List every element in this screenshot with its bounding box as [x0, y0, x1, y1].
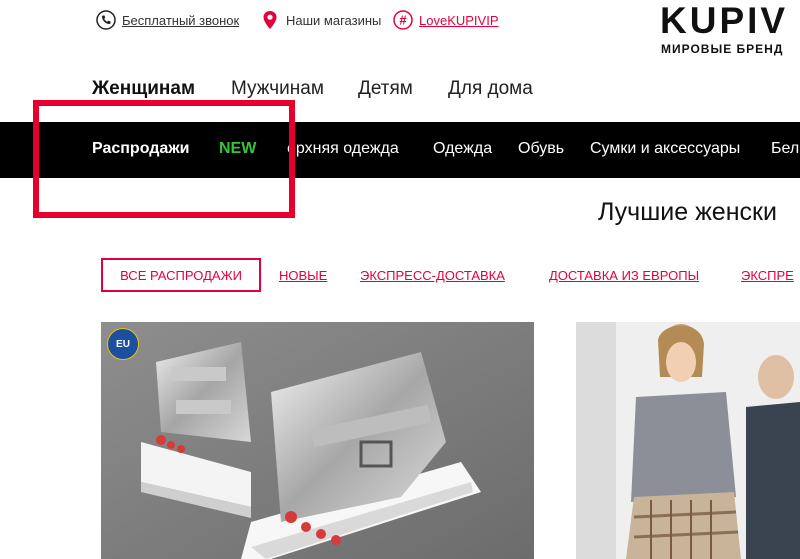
hashtag-link[interactable]: # LoveKUPIVIP: [393, 10, 499, 30]
category-clothing[interactable]: Одежда: [433, 140, 492, 158]
filter-new[interactable]: НОВЫЕ: [279, 268, 327, 283]
fashion-image: [576, 322, 800, 559]
eu-badge: EU: [107, 328, 139, 360]
category-lingerie[interactable]: Бел: [771, 140, 799, 158]
page-heading: Лучшие женски: [598, 198, 777, 226]
free-call-link[interactable]: Бесплатный звонок: [96, 10, 239, 30]
logo[interactable]: KUPIV: [660, 0, 788, 42]
nav-kids[interactable]: Детям: [358, 78, 413, 100]
map-pin-icon: [260, 10, 280, 30]
filter-all-sales[interactable]: ВСЕ РАСПРОДАЖИ: [101, 258, 261, 292]
svg-text:#: #: [399, 13, 407, 28]
product-card-fashion[interactable]: [576, 322, 800, 559]
category-shoes[interactable]: Обувь: [518, 140, 564, 158]
sandals-image: [101, 322, 534, 559]
stores-link[interactable]: Наши магазины: [260, 10, 381, 30]
phone-icon: [96, 10, 116, 30]
hashtag-label[interactable]: LoveKUPIVIP: [419, 13, 499, 28]
highlight-box: [33, 100, 295, 218]
nav-home[interactable]: Для дома: [448, 78, 533, 100]
stores-label[interactable]: Наши магазины: [286, 13, 381, 28]
filter-express[interactable]: ЭКСПРЕ: [741, 268, 794, 283]
logo-tagline: МИРОВЫЕ БРЕНД: [661, 42, 784, 56]
product-card-sandals[interactable]: EU: [101, 322, 534, 559]
hashtag-icon: #: [393, 10, 413, 30]
category-bags-accessories[interactable]: Сумки и аксессуары: [590, 140, 740, 158]
nav-men[interactable]: Мужчинам: [231, 78, 324, 100]
free-call-label[interactable]: Бесплатный звонок: [122, 13, 239, 28]
filter-delivery-europe[interactable]: ДОСТАВКА ИЗ ЕВРОПЫ: [549, 268, 699, 283]
nav-women[interactable]: Женщинам: [92, 78, 195, 100]
category-outerwear[interactable]: ерхняя одежда: [287, 140, 399, 158]
filter-express-delivery[interactable]: ЭКСПРЕСС-ДОСТАВКА: [360, 268, 505, 283]
